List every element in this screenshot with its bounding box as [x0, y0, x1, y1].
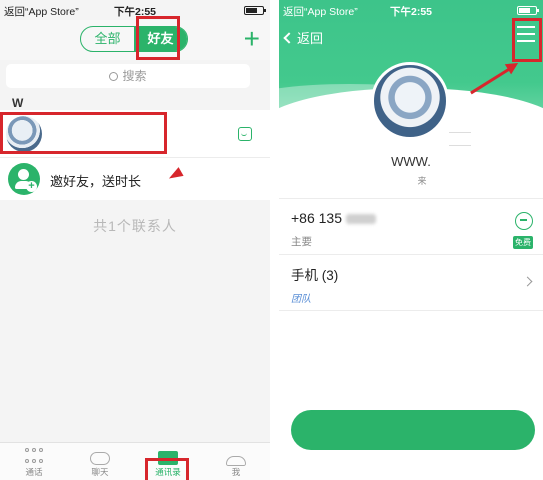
contacts-screen: 返回“App Store” 下午2:55 全部 好友 + 搜索 W + 邀好友，…	[0, 0, 270, 480]
highlight-box-menu	[512, 18, 542, 62]
dialpad-icon	[24, 448, 44, 466]
contact-count: 共1个联系人	[93, 218, 177, 234]
back-label: 返回	[297, 31, 324, 46]
section-index-letter: W	[12, 96, 24, 110]
bottom-tab-bar: 通话 聊天 通讯录 我	[0, 442, 270, 480]
call-button[interactable]	[291, 410, 535, 450]
status-time: 下午2:55	[389, 6, 432, 18]
phone-label: 主要	[291, 236, 312, 248]
free-call-icon[interactable]	[515, 212, 533, 230]
plus-badge-icon: +	[26, 181, 37, 192]
tab-label: 通话	[25, 467, 43, 477]
invite-label: 邀好友，送时长	[50, 174, 142, 189]
search-placeholder: 搜索	[122, 69, 147, 83]
back-button[interactable]: 返回	[283, 28, 324, 47]
team-tag: 团队	[291, 294, 311, 305]
invite-friends-row[interactable]: + 邀好友，送时长	[0, 158, 270, 200]
chevron-left-icon	[283, 32, 295, 44]
tab-label: 聊天	[91, 467, 109, 477]
status-time: 下午2:55	[113, 6, 156, 18]
highlight-box-friends-tab	[136, 16, 180, 60]
search-bar[interactable]: 搜索	[6, 64, 250, 88]
tab-all[interactable]: 全部	[81, 27, 134, 51]
free-badge: 免费	[513, 236, 533, 249]
tab-chat[interactable]: 聊天	[74, 443, 126, 480]
plus-icon[interactable]: +	[244, 25, 260, 53]
app-user-icon	[238, 127, 252, 141]
status-bar: 返回“App Store” 下午2:55	[0, 0, 270, 20]
redacted-digits	[346, 214, 376, 225]
contact-detail-screen: 返回“App Store” 下午2:55 返回 WWW. 来 +86 135 主…	[279, 0, 543, 480]
profile-icon	[226, 456, 246, 466]
battery-icon	[244, 6, 266, 15]
highlight-box-contact	[0, 112, 167, 154]
battery-icon	[517, 6, 539, 15]
tab-label: 我	[231, 467, 241, 477]
chat-icon	[90, 452, 110, 465]
highlight-box-contacts-tab	[145, 458, 189, 480]
search-icon	[109, 72, 119, 81]
status-bar: 返回“App Store” 下午2:55	[279, 0, 543, 20]
chevron-right-icon[interactable]	[522, 276, 533, 287]
contact-name: WWW.	[391, 154, 431, 169]
contact-subtitle: 来	[417, 176, 427, 186]
phone-number[interactable]: +86 135	[291, 210, 376, 226]
mobile-entry[interactable]: 手机 (3)	[291, 264, 338, 284]
divider	[279, 198, 543, 199]
avatar[interactable]	[371, 62, 449, 140]
tab-calls[interactable]: 通话	[8, 443, 60, 480]
decorative-lines	[449, 132, 471, 146]
divider	[279, 310, 543, 311]
divider	[279, 254, 543, 255]
phone-number-text: +86 135	[291, 210, 342, 226]
tab-me[interactable]: 我	[210, 443, 262, 480]
contacts-header: 全部 好友 +	[0, 20, 270, 60]
